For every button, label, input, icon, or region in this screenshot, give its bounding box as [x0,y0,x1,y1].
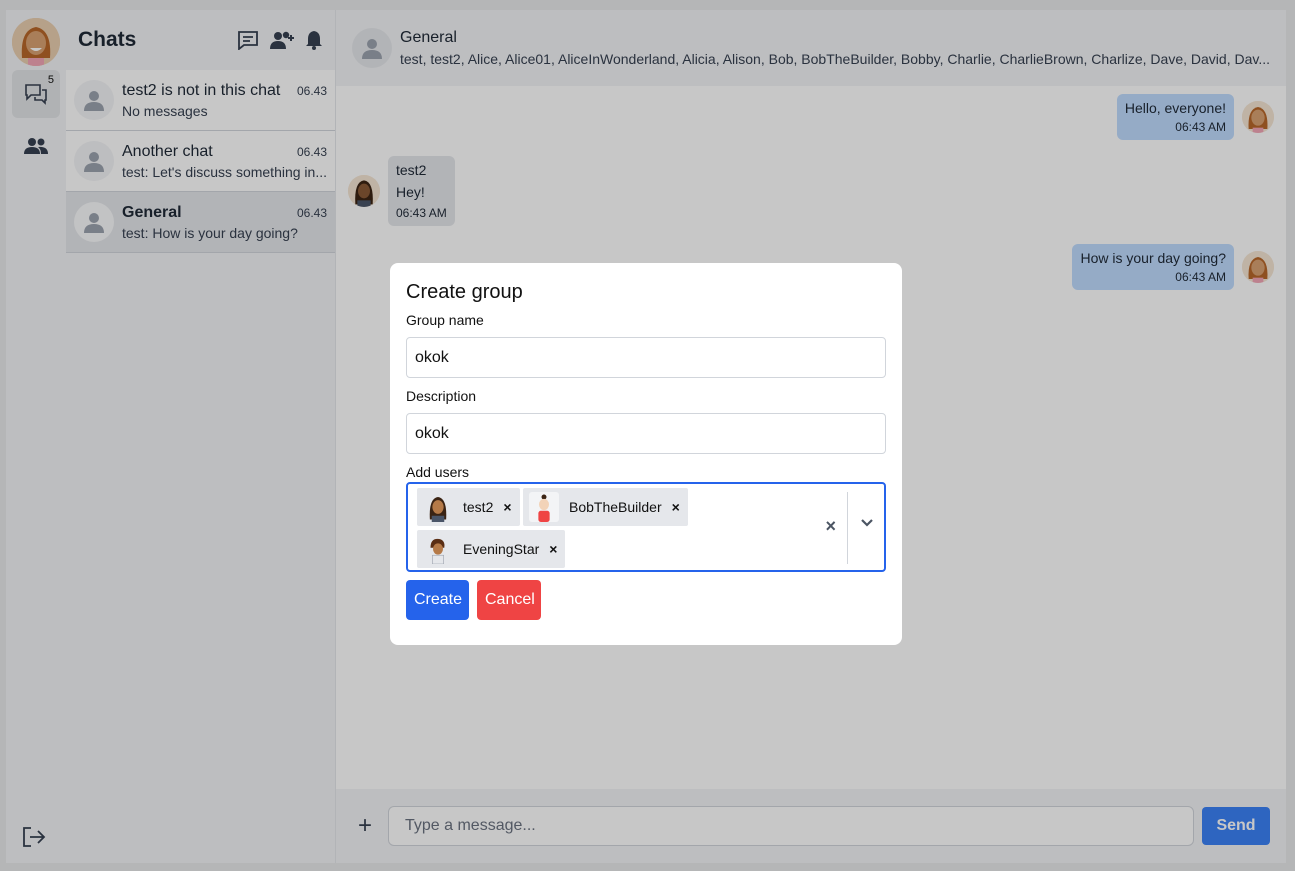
chip-avatar [423,492,453,522]
remove-chip-icon[interactable]: × [549,541,557,557]
remove-chip-icon[interactable]: × [503,499,511,515]
chip-label: BobTheBuilder [569,499,662,515]
chip-avatar [529,492,559,522]
dialog-title: Create group [406,281,523,303]
clear-all-icon[interactable]: × [825,516,836,537]
user-chip: test2 × [417,488,520,526]
add-users-label: Add users [406,464,470,480]
remove-chip-icon[interactable]: × [672,499,680,515]
create-group-dialog: Create group Group name Description Add … [390,263,902,645]
chip-label: test2 [463,499,494,515]
chevron-down-icon[interactable] [860,518,874,528]
users-multiselect[interactable]: test2 × BobTheBuilder × EveningStar × × [406,482,886,572]
user-chip: EveningStar × [417,530,566,568]
cancel-button[interactable]: Cancel [477,580,541,620]
chip-label: EveningStar [463,541,540,557]
create-button[interactable]: Create [406,580,469,620]
multiselect-separator [847,492,848,564]
description-label: Description [406,388,477,404]
group-name-input[interactable] [406,337,886,378]
description-input[interactable] [406,413,886,454]
user-chip: BobTheBuilder × [523,488,688,526]
group-name-label: Group name [406,312,484,328]
chip-avatar [423,534,453,564]
